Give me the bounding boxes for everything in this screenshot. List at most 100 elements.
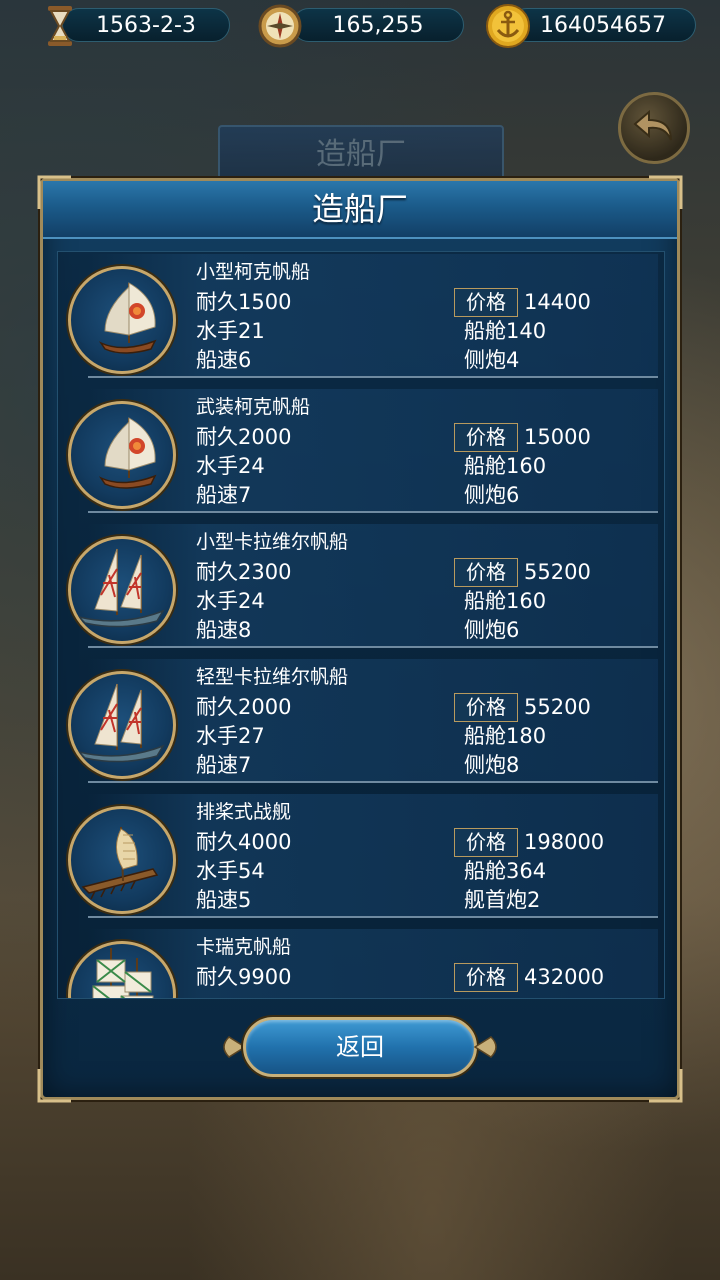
cabin-value: 160: [506, 589, 547, 613]
durability-value: 1500: [238, 290, 292, 314]
caravel-ship-icon: [68, 536, 176, 644]
back-arrow-icon: [633, 109, 672, 141]
crew-row: 水手54: [196, 857, 265, 886]
date-value: 1563-2-3: [96, 13, 196, 38]
cannon-label: 侧炮: [464, 753, 506, 777]
cabin-value: 364: [506, 859, 547, 883]
frame-corner-icon: [649, 1069, 683, 1103]
price-value: 432000: [524, 965, 605, 989]
price-tag: 价格: [454, 558, 518, 587]
ship-item-small-caravel[interactable]: 小型卡拉维尔帆船 耐久2300 水手24 船速8 价格 55200 船舱160 …: [58, 522, 664, 650]
price-tag: 价格: [454, 828, 518, 857]
cog-ship-icon: [68, 266, 176, 374]
crew-label: 水手: [196, 319, 238, 343]
cannon-row: 舰首炮2: [464, 886, 540, 915]
cabin-label: 船舱: [464, 859, 506, 883]
durability-label: 耐久: [196, 425, 238, 449]
speed-row: 船速7: [196, 481, 251, 510]
durability-label: 耐久: [196, 965, 238, 989]
shipyard-dialog: 造船厂 小型柯克帆船 耐久 1500 水手21 船速 6 价格 14400 船舱14…: [37, 175, 683, 1103]
back-arrow-button[interactable]: [618, 92, 690, 164]
cannon-row: 侧炮8: [464, 751, 519, 780]
durability-value: 2300: [238, 560, 292, 584]
cabin-label: 船舱: [464, 454, 506, 478]
compass-counter: 165,255: [292, 8, 464, 42]
dialog-header: 造船厂: [43, 181, 677, 239]
frame-corner-icon: [37, 1069, 71, 1103]
ship-list[interactable]: 小型柯克帆船 耐久1500 水手21 船速6 价格 14400 船舱140 侧炮…: [57, 251, 665, 999]
ship-item-carrack[interactable]: 卡瑞克帆船 耐久9900 价格 432000: [58, 927, 664, 998]
cannon-row: 侧炮6: [464, 616, 519, 645]
crew-value: 24: [238, 589, 265, 613]
cabin-row: 船舱160: [464, 587, 546, 616]
speed-row: 船速7: [196, 751, 251, 780]
crew-row: 水手21: [196, 317, 265, 346]
ship-name: 轻型卡拉维尔帆船: [196, 666, 349, 688]
crew-value: 27: [238, 724, 265, 748]
cannon-value: 6: [506, 483, 520, 507]
cannon-label: 舰首炮: [464, 888, 527, 912]
cog-ship-icon: [68, 401, 176, 509]
frame-corner-icon: [649, 175, 683, 209]
speed-row: 船速5: [196, 886, 251, 915]
galley-ship-icon: [68, 806, 176, 914]
gold-counter: 164054657: [510, 8, 696, 42]
cannon-label: 侧炮: [464, 348, 506, 372]
price-value: 15000: [524, 425, 591, 449]
return-button[interactable]: 返回: [243, 1017, 477, 1077]
cannon-row: 侧炮4: [464, 346, 519, 375]
durability-label: 耐久: [196, 695, 238, 719]
date-display: 1563-2-3: [62, 8, 230, 42]
price-value: 55200: [524, 695, 591, 719]
compass-value: 165,255: [332, 13, 424, 38]
caravel-ship-icon: [68, 671, 176, 779]
durability-row: 耐久2300: [196, 558, 291, 587]
price-value: 55200: [524, 560, 591, 584]
background-shipyard-title: 造船厂: [218, 125, 504, 185]
speed-value: 7: [238, 483, 252, 507]
cabin-row: 船舱180: [464, 722, 546, 751]
cabin-label: 船舱: [464, 319, 506, 343]
durability-label: 耐久: [196, 830, 238, 854]
speed-label: 船速: [196, 753, 238, 777]
cannon-value: 4: [506, 348, 520, 372]
cannon-value: 8: [506, 753, 520, 777]
durability-row: 耐久2000: [196, 693, 291, 722]
cannon-label: 侧炮: [464, 618, 506, 642]
price-value: 14400: [524, 290, 591, 314]
ship-item-light-caravel[interactable]: 轻型卡拉维尔帆船 耐久2000 水手27 船速7 价格 55200 船舱180 …: [58, 657, 664, 785]
speed-value: 5: [238, 888, 252, 912]
ship-name: 排桨式战舰: [196, 801, 292, 823]
speed-label: 船速: [196, 483, 238, 507]
price-value: 198000: [524, 830, 605, 854]
cabin-row: 船舱140: [464, 317, 546, 346]
price-tag: 价格: [454, 963, 518, 992]
compass-icon: [258, 4, 302, 48]
durability-row: 耐久4000: [196, 828, 291, 857]
cabin-label: 船舱: [464, 724, 506, 748]
ship-name: 卡瑞克帆船: [196, 936, 292, 958]
ship-name: 武装柯克帆船: [196, 396, 311, 418]
ship-name: 小型卡拉维尔帆船: [196, 531, 349, 553]
speed-label: 船速: [196, 348, 238, 372]
cabin-row: 船舱160: [464, 452, 546, 481]
crew-value: 54: [238, 859, 265, 883]
crew-row: 水手27: [196, 722, 265, 751]
cabin-value: 140: [506, 319, 547, 343]
crew-value: 24: [238, 454, 265, 478]
cabin-value: 180: [506, 724, 547, 748]
ship-item-small-cog[interactable]: 小型柯克帆船 耐久1500 水手21 船速6 价格 14400 船舱140 侧炮…: [58, 252, 664, 380]
ship-item-armed-cog[interactable]: 武装柯克帆船 耐久2000 水手24 船速7 价格 15000 船舱160 侧炮…: [58, 387, 664, 515]
price-tag: 价格: [454, 288, 518, 317]
ship-item-galley[interactable]: 排桨式战舰 耐久4000 水手54 船速5 价格 198000 船舱364 舰首…: [58, 792, 664, 920]
durability-value: 2000: [238, 425, 292, 449]
dialog-title: 造船厂: [311, 190, 408, 228]
cannon-value: 2: [527, 888, 541, 912]
speed-label: 船速: [196, 618, 238, 642]
durability-row: 耐久9900: [196, 963, 291, 992]
cabin-value: 160: [506, 454, 547, 478]
speed-value: 8: [238, 618, 252, 642]
cannon-label: 侧炮: [464, 483, 506, 507]
status-bar: 1563-2-3 165,255 164054657: [0, 0, 720, 52]
ship-name: 小型柯克帆船: [196, 261, 311, 283]
